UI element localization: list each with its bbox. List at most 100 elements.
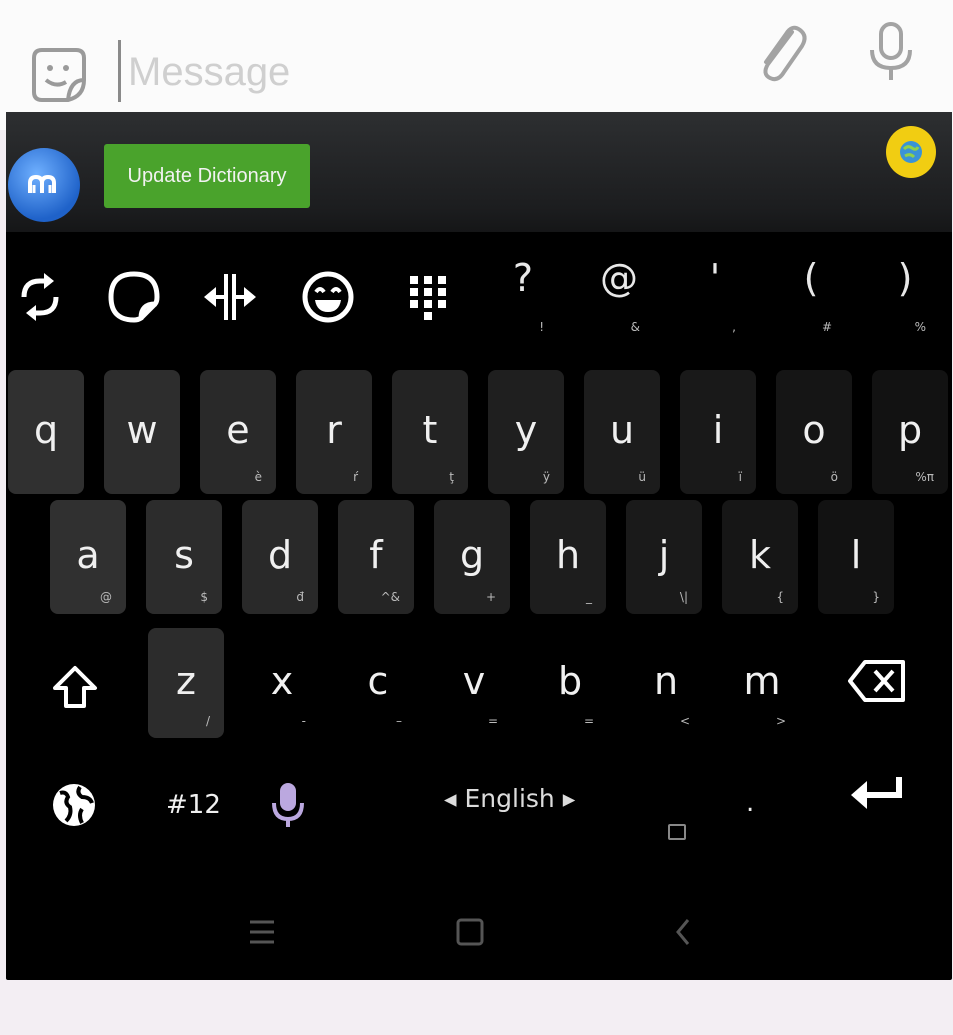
key-label: l	[850, 532, 862, 577]
key-o[interactable]: oö	[776, 370, 852, 494]
key-secondary-label: @	[100, 590, 112, 604]
key-c[interactable]: c –	[340, 628, 416, 738]
key-u[interactable]: uü	[584, 370, 660, 494]
key-l[interactable]: l}	[818, 500, 894, 614]
emoji-icon[interactable]	[296, 252, 360, 342]
key-k[interactable]: k{	[722, 500, 798, 614]
key-secondary-label: +	[485, 590, 496, 604]
key-t[interactable]: tţ	[392, 370, 468, 494]
key-r[interactable]: rŕ	[296, 370, 372, 494]
key-label: g	[459, 532, 485, 577]
shift-icon	[53, 666, 97, 708]
space-bar-indicator	[668, 824, 686, 840]
key-z[interactable]: z /	[148, 628, 224, 738]
keyboard: Update Dictionary ? ! @ & ' , (#) % q …	[6, 112, 952, 980]
back-icon[interactable]	[664, 912, 704, 952]
key-s[interactable]: s $	[146, 500, 222, 614]
key-w[interactable]: w	[104, 370, 180, 494]
navigation-bar	[6, 882, 952, 980]
key-b[interactable]: b =	[532, 628, 608, 738]
key-d[interactable]: dđ	[242, 500, 318, 614]
paperclip-icon[interactable]	[752, 20, 812, 86]
message-bar	[0, 0, 953, 130]
key-secondary-label: }	[872, 590, 880, 604]
key-secondary-label: ^&	[380, 590, 400, 604]
key-label: r	[326, 407, 342, 452]
language-key[interactable]	[42, 750, 106, 860]
key-secondary-label: >	[775, 714, 786, 728]
key-e[interactable]: eè	[200, 370, 276, 494]
key-label: t	[422, 407, 438, 452]
numbers-key[interactable]: #12	[166, 790, 221, 820]
sticker-icon[interactable]	[102, 252, 166, 342]
key-label: u	[609, 407, 635, 452]
key-n[interactable]: n <	[628, 628, 704, 738]
microphone-icon[interactable]	[864, 20, 918, 82]
key-i[interactable]: iï	[680, 370, 756, 494]
key-f[interactable]: f ^&	[338, 500, 414, 614]
key-label: s	[174, 532, 194, 577]
key-secondary-label: ü	[638, 470, 646, 484]
key-a[interactable]: a @	[50, 500, 126, 614]
space-bar[interactable]: ◂ English ▸	[444, 784, 575, 813]
key-label: h	[555, 532, 581, 577]
key-label: f	[369, 532, 383, 577]
key-j[interactable]: j \|	[626, 500, 702, 614]
key-secondary-label: ö	[830, 470, 838, 484]
key-secondary-label: =	[487, 714, 498, 728]
enter-icon	[851, 777, 902, 809]
symbol-key[interactable]: )%	[860, 250, 950, 340]
key-g[interactable]: g +	[434, 500, 510, 614]
key-h[interactable]: h _	[530, 500, 606, 614]
key-label: c	[367, 658, 389, 703]
key-secondary-label: \|	[679, 590, 688, 604]
key-label: k	[748, 532, 771, 577]
key-q[interactable]: q	[8, 370, 84, 494]
shift-key[interactable]	[30, 632, 120, 742]
update-dictionary-button[interactable]: Update Dictionary	[104, 144, 310, 208]
sync-icon[interactable]	[8, 252, 72, 342]
key-secondary-label: /	[205, 714, 210, 728]
backspace-key[interactable]	[832, 626, 922, 736]
key-v[interactable]: v =	[436, 628, 512, 738]
sticker-icon[interactable]	[28, 44, 90, 106]
key-secondary-label: <	[679, 714, 690, 728]
keyboard-logo-icon[interactable]	[8, 148, 80, 222]
key-label: d	[267, 532, 293, 577]
key-secondary-label: =	[583, 714, 594, 728]
key-label: o	[802, 407, 826, 452]
symbol-key[interactable]: (#	[766, 250, 856, 340]
key-label: j	[658, 532, 670, 577]
key-label: p	[897, 407, 923, 452]
key-label: v	[462, 658, 486, 703]
key-secondary-label: ÿ	[542, 470, 550, 484]
symbol-key[interactable]: ?!	[478, 250, 568, 340]
key-label: y	[514, 407, 538, 452]
key-m[interactable]: m >	[724, 628, 800, 738]
enter-key[interactable]	[832, 744, 922, 844]
key-secondary-label: ŕ	[353, 470, 358, 484]
backspace-icon	[848, 660, 905, 702]
key-y[interactable]: yÿ	[488, 370, 564, 494]
key-label: z	[176, 658, 196, 703]
numpad-icon[interactable]	[396, 252, 460, 342]
key-label: q	[33, 407, 59, 452]
period-key[interactable]: .	[746, 788, 754, 818]
key-secondary-label: -	[301, 714, 306, 728]
symbol-key[interactable]: ',	[670, 250, 760, 340]
home-icon[interactable]	[450, 912, 490, 952]
microphone-icon	[272, 783, 304, 827]
key-label: n	[653, 658, 679, 703]
key-secondary-label: –	[396, 714, 402, 728]
key-secondary-label: ţ	[449, 470, 454, 484]
voice-input-key[interactable]	[258, 750, 318, 860]
theme-icon[interactable]	[886, 126, 936, 178]
key-secondary-label: è	[254, 470, 262, 484]
key-p[interactable]: p %π	[872, 370, 948, 494]
key-x[interactable]: x-	[244, 628, 320, 738]
message-input[interactable]	[126, 38, 690, 106]
cursor-move-icon[interactable]	[198, 252, 262, 342]
menu-icon[interactable]	[242, 912, 282, 952]
symbol-key[interactable]: @ &	[574, 250, 664, 340]
key-label: e	[226, 407, 250, 452]
